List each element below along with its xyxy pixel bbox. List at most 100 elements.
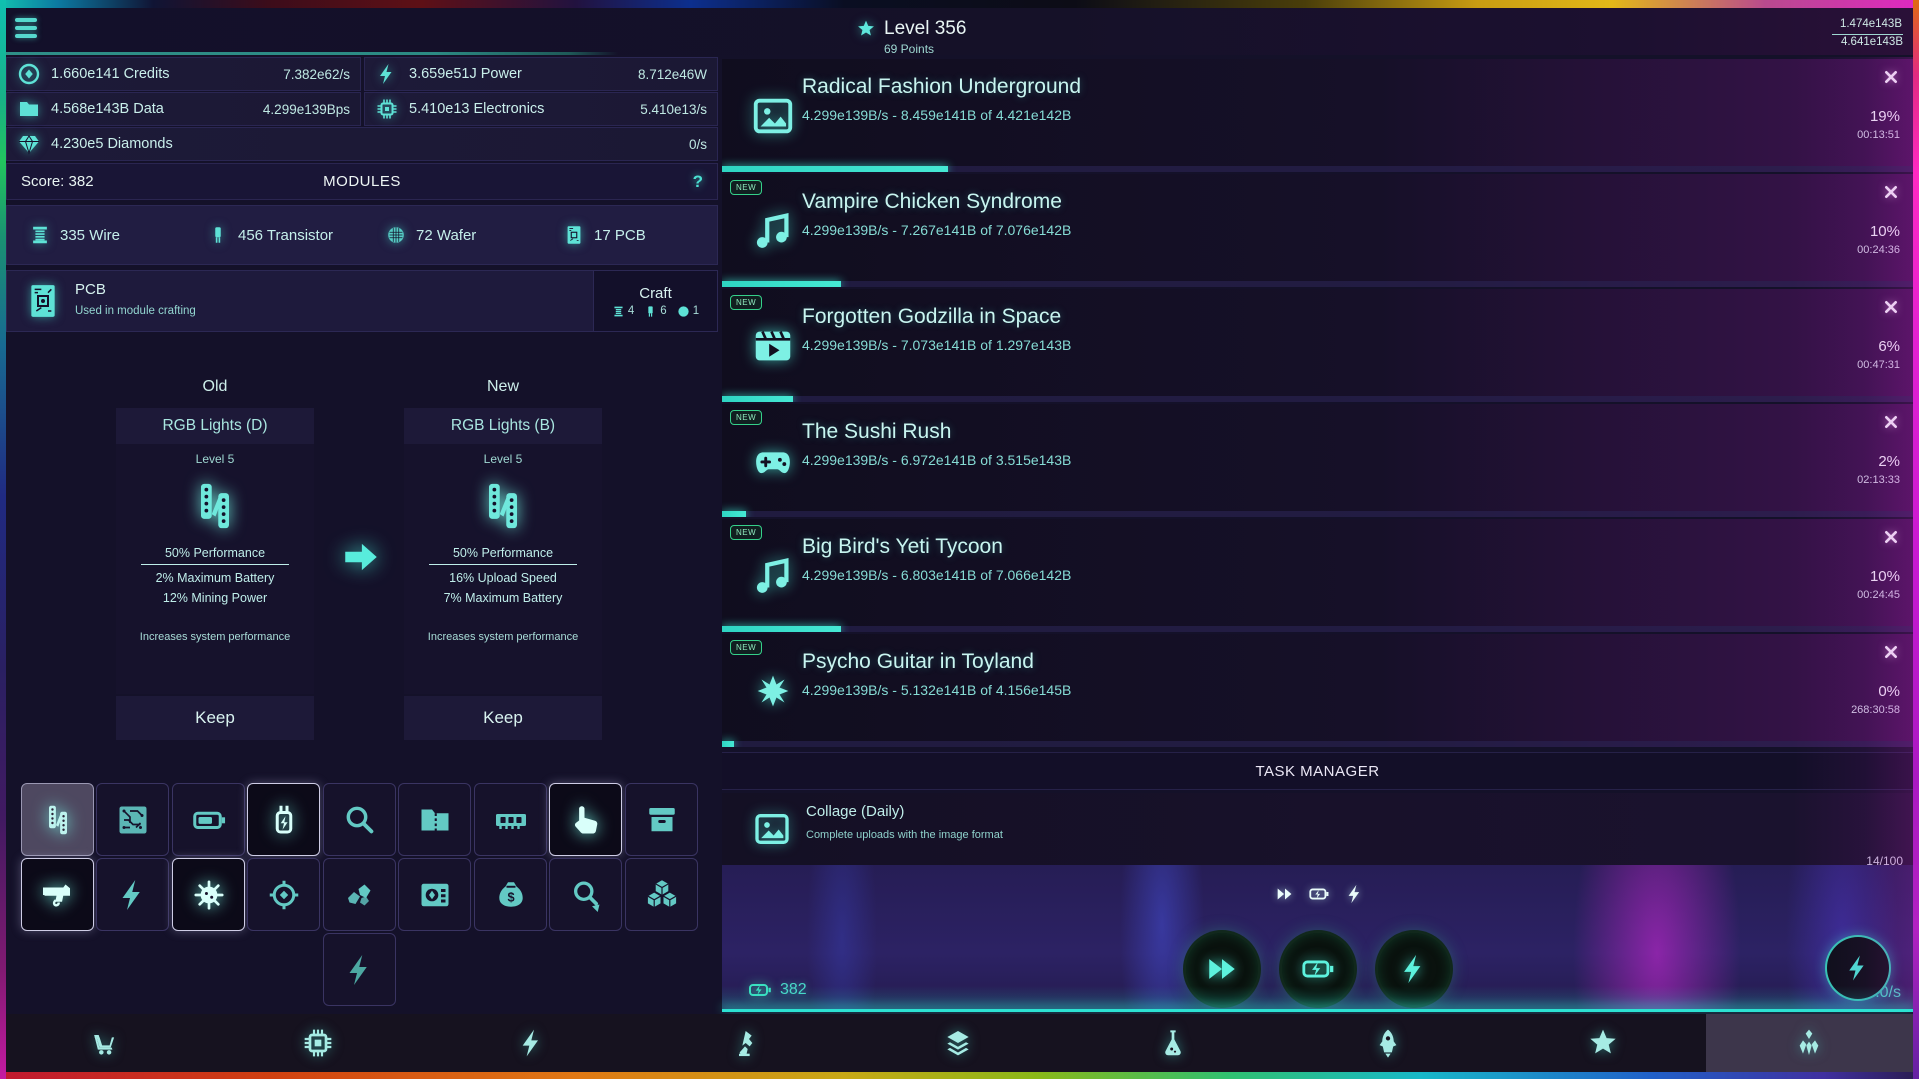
module-slot-ram[interactable] xyxy=(474,783,547,856)
data-rate: 4.299e139Bps xyxy=(262,101,350,117)
rgb-border-bottom xyxy=(0,1072,1919,1079)
data-fraction: 1.474e143B 4.641e143B xyxy=(1831,17,1903,50)
battery-boost-button[interactable] xyxy=(1282,933,1354,1005)
module-slot-money-bag[interactable]: $ xyxy=(474,858,547,931)
module-new-level: Level 5 xyxy=(483,452,523,466)
module-card-new: RGB Lights (B) Level 5 50% Performance 1… xyxy=(404,408,602,740)
boost-battery-count: 382 xyxy=(748,978,807,1002)
nav-shop[interactable] xyxy=(77,1016,131,1070)
close-icon[interactable] xyxy=(1883,299,1899,315)
module-slot-cubes[interactable] xyxy=(625,858,698,931)
module-slot-bolt-extra[interactable] xyxy=(323,933,396,1006)
module-slot-bolt[interactable] xyxy=(96,858,169,931)
mining-rig-icon xyxy=(739,1031,753,1057)
keep-old-button[interactable]: Keep xyxy=(116,696,314,740)
search-upgrade-icon xyxy=(573,880,599,912)
fast-forward-boost-button[interactable] xyxy=(1186,933,1258,1005)
upload-row: NEW Big Bird's Yeti Tycoon 4.299e139B/s … xyxy=(722,519,1913,632)
close-icon[interactable] xyxy=(1883,184,1899,200)
upload-progress-track xyxy=(722,281,1913,287)
boost-bar: 382 27.0/s xyxy=(722,865,1913,1012)
upload-title: Psycho Guitar in Toyland xyxy=(802,650,1034,673)
battery-charge-icon xyxy=(1302,960,1334,978)
help-button[interactable]: ? xyxy=(693,172,703,192)
battery-charge-icon xyxy=(1309,888,1329,900)
nav-servers[interactable] xyxy=(931,1016,985,1070)
upload-title: Forgotten Godzilla in Space xyxy=(802,305,1062,328)
module-slot-battery[interactable] xyxy=(172,783,245,856)
craft-cost-wire: 4 xyxy=(612,305,634,318)
materials-row: 335 Wire 456 Transistor 72 Wafer 17 PCB xyxy=(6,205,718,265)
bolt-icon xyxy=(522,1029,538,1057)
module-slot-magnifier[interactable] xyxy=(323,783,396,856)
bolt-icon xyxy=(349,954,367,985)
transistor-icon xyxy=(648,305,653,317)
magnifier-icon xyxy=(346,806,373,833)
video-format-icon xyxy=(755,331,791,361)
close-icon[interactable] xyxy=(1883,529,1899,545)
close-icon[interactable] xyxy=(1883,69,1899,85)
upload-time-remaining: 02:13:33 xyxy=(1857,474,1900,486)
task-manager-title: TASK MANAGER xyxy=(1255,762,1380,780)
power-rate: 8.712e46W xyxy=(637,66,707,82)
craft-cost-wafer: 1 xyxy=(677,305,699,318)
module-slot-search-upgrade[interactable] xyxy=(549,858,622,931)
module-old-stat1: 50% Performance xyxy=(141,546,289,565)
target-icon xyxy=(269,880,298,909)
power-boost-button[interactable] xyxy=(1378,933,1450,1005)
zip-folder-icon xyxy=(421,809,448,830)
craft-button[interactable]: Craft 4 6 1 xyxy=(593,271,717,331)
wire-spool-icon xyxy=(33,226,47,244)
module-slot-virus[interactable] xyxy=(172,858,245,931)
close-icon[interactable] xyxy=(1883,414,1899,430)
module-slot-glue-gun[interactable] xyxy=(21,858,94,931)
material-wire: 335 Wire xyxy=(29,206,120,264)
image-format-icon xyxy=(753,98,793,134)
game-screen: Level 356 69 Points 1.474e143B 4.641e143… xyxy=(0,0,1919,1079)
nav-hardware[interactable] xyxy=(291,1016,345,1070)
nav-rocket[interactable] xyxy=(1361,1016,1415,1070)
side-power-button[interactable] xyxy=(1825,935,1891,1001)
module-slot-click-hand[interactable] xyxy=(549,783,622,856)
level-label: Level 356 xyxy=(884,18,967,39)
module-slot-circuit[interactable] xyxy=(96,783,169,856)
module-new-desc: Increases system performance xyxy=(427,631,579,643)
module-old-desc: Increases system performance xyxy=(139,631,291,643)
module-card-old: RGB Lights (D) Level 5 50% Performance 2… xyxy=(116,408,314,740)
credits-rate: 7.382e62/s xyxy=(283,66,350,82)
nav-power[interactable] xyxy=(505,1016,559,1070)
module-slot-psu[interactable] xyxy=(398,858,471,931)
upload-progress-track xyxy=(722,626,1913,632)
new-badge: NEW xyxy=(730,410,763,425)
nav-achievements[interactable] xyxy=(1576,1016,1630,1070)
modules-header: Score: 382 MODULES ? xyxy=(6,163,718,200)
burst-format-icon xyxy=(757,675,789,707)
menu-button[interactable] xyxy=(15,18,37,38)
close-icon[interactable] xyxy=(1883,644,1899,660)
module-slot-ore[interactable] xyxy=(323,858,396,931)
electronics-chip-icon xyxy=(377,99,397,119)
cubes-icon xyxy=(647,879,676,907)
upload-progress-fill xyxy=(722,626,842,632)
module-slot-storage-box[interactable] xyxy=(625,783,698,856)
upload-detail: 4.299e139B/s - 8.459e141B of 4.421e142B xyxy=(802,107,1072,123)
fast-forward-icon xyxy=(1277,888,1292,900)
module-slot-target[interactable] xyxy=(247,858,320,931)
module-slot-charger[interactable] xyxy=(247,783,320,856)
pcb-icon xyxy=(567,226,581,244)
charger-icon xyxy=(275,805,292,833)
resource-credits: 1.660e141 Credits 7.382e62/s xyxy=(6,57,361,91)
upload-time-remaining: 268:30:58 xyxy=(1851,704,1900,716)
upload-percent: 10% xyxy=(1869,568,1900,585)
module-slot-zip-folder[interactable] xyxy=(398,783,471,856)
keep-new-button[interactable]: Keep xyxy=(404,696,602,740)
module-slot-led-strip[interactable] xyxy=(21,783,94,856)
upload-row: NEW Vampire Chicken Syndrome 4.299e139B/… xyxy=(722,174,1913,287)
nav-crystals[interactable] xyxy=(1782,1016,1836,1070)
task-name: Collage (Daily) xyxy=(806,803,905,820)
nav-research[interactable] xyxy=(1146,1016,1200,1070)
module-new-stat3: 7% Maximum Battery xyxy=(443,591,563,605)
upload-row: NEW Forgotten Godzilla in Space 4.299e13… xyxy=(722,289,1913,402)
bolt-icon xyxy=(122,879,140,910)
nav-mining[interactable] xyxy=(720,1016,774,1070)
